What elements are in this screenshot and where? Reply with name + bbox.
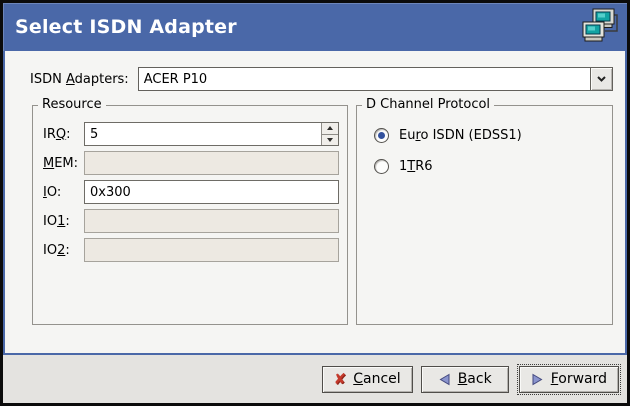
network-computers-icon bbox=[581, 8, 619, 46]
back-button-label: Back bbox=[458, 371, 492, 387]
irq-spinbutton-input[interactable] bbox=[84, 122, 339, 146]
mem-input bbox=[84, 151, 339, 175]
forward-button-label: Forward bbox=[551, 371, 607, 387]
irq-spin-up-button[interactable] bbox=[322, 123, 338, 135]
radio-1tr6-label: 1TR6 bbox=[399, 159, 433, 174]
wizard-banner: Select ISDN Adapter bbox=[3, 3, 627, 51]
dialog-select-isdn-adapter: Select ISDN Adapter ISDN Adapters: ACER … bbox=[0, 0, 630, 406]
io-row: IO: bbox=[43, 180, 339, 204]
spin-up-icon bbox=[327, 126, 333, 130]
radio-euro-isdn[interactable]: Euro ISDN (EDSS1) bbox=[374, 128, 604, 143]
io1-input bbox=[84, 209, 339, 233]
button-bar: ✘ Cancel Back Forward bbox=[3, 355, 627, 403]
radio-unselected-icon bbox=[374, 159, 389, 174]
radio-selected-icon bbox=[374, 128, 389, 143]
irq-label: IRQ: bbox=[43, 127, 84, 142]
mem-label: MEM: bbox=[43, 156, 84, 171]
d-channel-protocol-group-title: D Channel Protocol bbox=[362, 97, 494, 112]
isdn-adapter-selected-value: ACER P10 bbox=[139, 68, 590, 90]
d-channel-protocol-group: D Channel Protocol Euro ISDN (EDSS1) 1TR… bbox=[356, 105, 613, 325]
radio-euro-isdn-label: Euro ISDN (EDSS1) bbox=[399, 128, 522, 143]
back-button[interactable]: Back bbox=[421, 366, 509, 393]
forward-arrow-icon bbox=[531, 373, 544, 386]
irq-row: IRQ: bbox=[43, 122, 339, 146]
spin-down-icon bbox=[327, 138, 333, 142]
io2-input bbox=[84, 238, 339, 262]
cancel-button[interactable]: ✘ Cancel bbox=[322, 366, 413, 393]
cancel-button-label: Cancel bbox=[353, 371, 400, 387]
page-title: Select ISDN Adapter bbox=[15, 16, 237, 38]
isdn-adapter-combobox[interactable]: ACER P10 bbox=[138, 67, 613, 91]
radio-1tr6[interactable]: 1TR6 bbox=[374, 159, 604, 174]
forward-button-focus-ring: Forward bbox=[517, 364, 621, 395]
combobox-dropdown-button[interactable] bbox=[590, 68, 612, 90]
cancel-x-icon: ✘ bbox=[334, 372, 347, 387]
io-input[interactable] bbox=[84, 180, 339, 204]
io2-label: IO2: bbox=[43, 243, 84, 258]
chevron-down-icon bbox=[597, 76, 606, 82]
irq-spin-down-button[interactable] bbox=[322, 135, 338, 146]
io2-row: IO2: bbox=[43, 238, 339, 262]
mem-row: MEM: bbox=[43, 151, 339, 175]
wizard-content-panel: ISDN Adapters: ACER P10 Resource IRQ: bbox=[5, 51, 625, 353]
io-label: IO: bbox=[43, 185, 84, 200]
forward-button[interactable]: Forward bbox=[519, 366, 619, 393]
resource-group-title: Resource bbox=[38, 97, 106, 112]
io1-row: IO1: bbox=[43, 209, 339, 233]
isdn-adapters-label: ISDN Adapters: bbox=[30, 72, 129, 87]
resource-group: Resource IRQ: MEM: bbox=[32, 105, 348, 325]
io1-label: IO1: bbox=[43, 214, 84, 229]
back-arrow-icon bbox=[438, 373, 451, 386]
wizard-content-frame: ISDN Adapters: ACER P10 Resource IRQ: bbox=[3, 51, 627, 355]
